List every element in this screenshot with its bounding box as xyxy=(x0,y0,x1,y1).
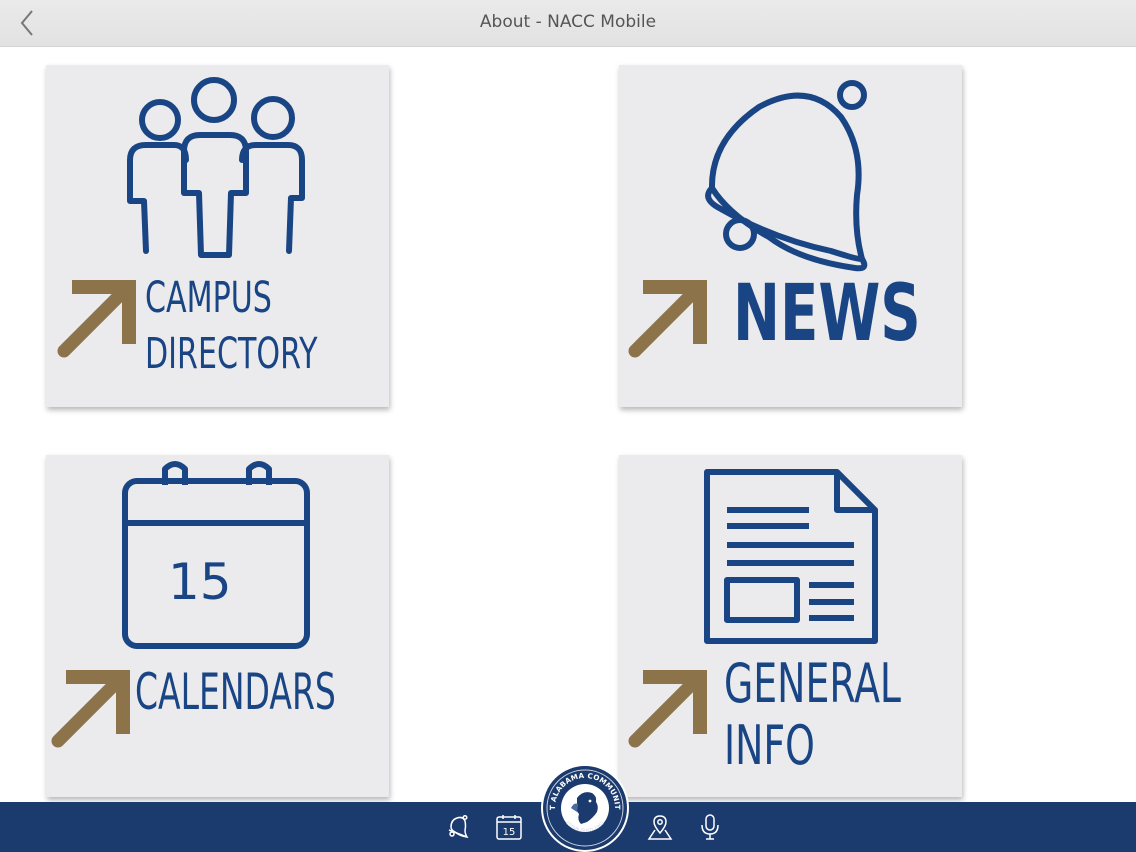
general-info-tile[interactable]: GENERAL INFO xyxy=(619,455,962,797)
tile-label-line1: GENERAL xyxy=(724,652,901,715)
bell-icon xyxy=(448,814,469,838)
nav-map-button[interactable] xyxy=(645,812,675,842)
top-navigation-bar: About - NACC Mobile xyxy=(0,0,1136,47)
arrow-icon xyxy=(57,280,136,358)
document-icon xyxy=(704,469,878,644)
people-icon xyxy=(127,77,305,258)
microphone-icon xyxy=(701,814,719,840)
tile-label-line1: CALENDARS xyxy=(135,663,336,721)
tile-label-line1: CAMPUS xyxy=(145,273,272,323)
nav-microphone-button[interactable] xyxy=(695,812,725,842)
calendars-tile[interactable]: 15 CALENDARS xyxy=(46,455,389,797)
calendar-icon: 15 xyxy=(496,815,522,840)
arrow-icon xyxy=(628,670,707,748)
calendar-day: 15 xyxy=(168,553,232,611)
map-pin-icon xyxy=(647,815,673,840)
nav-news-button[interactable] xyxy=(444,812,474,842)
tile-label-line1: NEWS xyxy=(733,269,921,359)
tile-label-line2: DIRECTORY xyxy=(145,329,318,379)
arrow-icon xyxy=(51,670,130,748)
bell-icon xyxy=(705,80,868,272)
arrow-icon xyxy=(628,280,707,358)
nav-calendar-day: 15 xyxy=(503,827,516,838)
tile-label-line2: INFO xyxy=(724,714,815,777)
news-tile[interactable]: NEWS xyxy=(619,65,962,407)
college-seal-icon: NORTHEAST ALABAMA COMMUNITY COLLEGE ESTA… xyxy=(537,757,629,852)
nav-calendar-button[interactable]: 15 xyxy=(494,812,524,842)
page-title: About - NACC Mobile xyxy=(479,12,657,32)
campus-directory-tile[interactable]: CAMPUS DIRECTORY xyxy=(46,65,389,407)
college-seal-button[interactable]: NORTHEAST ALABAMA COMMUNITY COLLEGE ESTA… xyxy=(537,757,629,852)
